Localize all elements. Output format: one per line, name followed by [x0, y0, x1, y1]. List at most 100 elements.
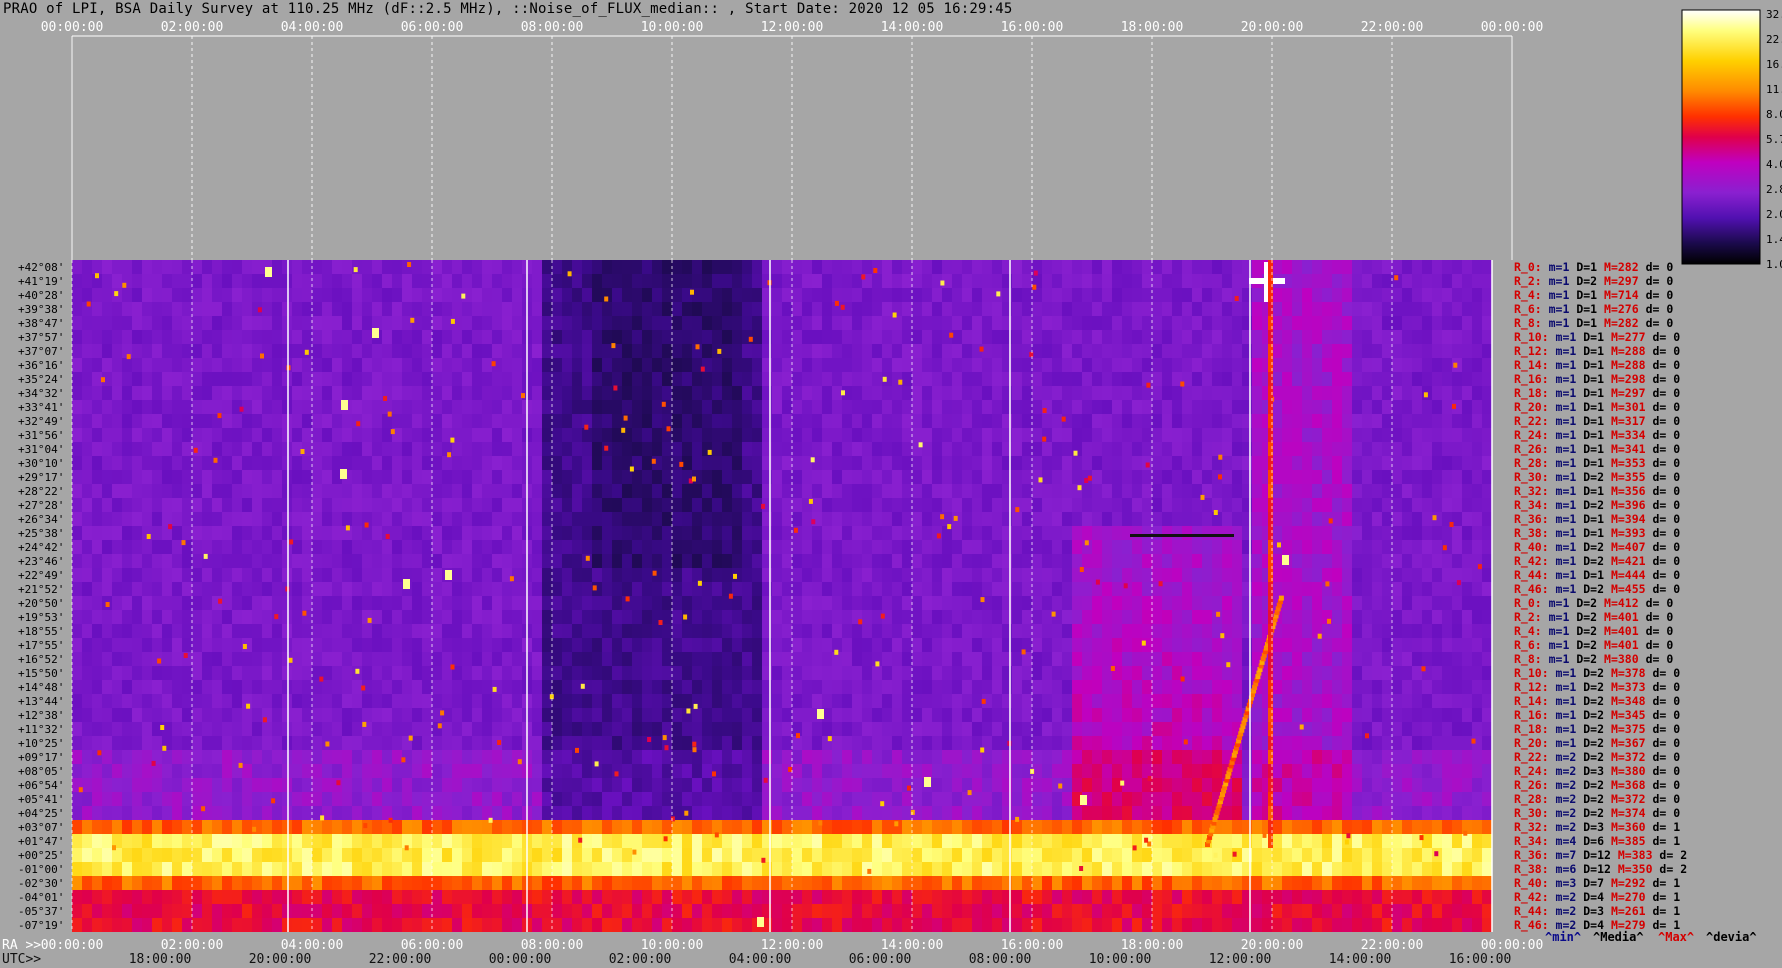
- heatmap-cell: [1292, 708, 1303, 722]
- heatmap-cell: [1372, 428, 1383, 442]
- heatmap-cell: [252, 554, 263, 568]
- heatmap-cell: [672, 428, 683, 442]
- heatmap-cell: [312, 498, 323, 512]
- heatmap-cell: [472, 456, 483, 470]
- heatmap-cell: [222, 344, 233, 358]
- heatmap-cell: [262, 470, 273, 484]
- heatmap-cell: [622, 302, 633, 316]
- heatmap-cell: [402, 428, 413, 442]
- heatmap-cell: [942, 694, 953, 708]
- heatmap-cell: [582, 708, 593, 722]
- heatmap-cell: [1002, 358, 1013, 372]
- heatmap-cell: [892, 470, 903, 484]
- heatmap-cell: [412, 456, 423, 470]
- heatmap-cell: [222, 498, 233, 512]
- heatmap-cell: [1032, 624, 1043, 638]
- heatmap-cell: [412, 680, 423, 694]
- heatmap-cell: [702, 736, 713, 750]
- heatmap-cell: [792, 316, 803, 330]
- heatmap-cell: [102, 456, 113, 470]
- heatmap-cell: [452, 400, 463, 414]
- heatmap-cell: [1292, 442, 1303, 456]
- heatmap-cell: [602, 610, 613, 624]
- heatmap-cell: [652, 694, 663, 708]
- heatmap-cell: [642, 386, 653, 400]
- heatmap-cell: [912, 456, 923, 470]
- heatmap-cell: [172, 260, 183, 274]
- heatmap-cell: [1082, 708, 1093, 722]
- heatmap-cell: [902, 638, 913, 652]
- heatmap-cell: [992, 316, 1003, 330]
- heatmap-cell: [922, 358, 933, 372]
- heatmap-cell: [1382, 260, 1393, 274]
- heatmap-cell: [162, 484, 173, 498]
- heatmap-cell: [172, 568, 183, 582]
- heatmap-cell: [872, 358, 883, 372]
- heatmap-cell: [372, 260, 383, 274]
- heatmap-cell: [782, 260, 793, 274]
- heatmap-cell: [842, 470, 853, 484]
- heatmap-cell: [872, 680, 883, 694]
- heatmap-cell: [1462, 372, 1473, 386]
- heatmap-cell: [1172, 680, 1183, 694]
- heatmap-cell: [472, 694, 483, 708]
- heatmap-cell: [682, 442, 693, 456]
- heatmap-cell: [172, 456, 183, 470]
- heatmap-cell: [1322, 666, 1333, 680]
- heatmap-cell: [1072, 302, 1083, 316]
- heatmap-cell: [172, 638, 183, 652]
- heatmap-cell: [892, 736, 903, 750]
- heatmap-cell: [842, 358, 853, 372]
- heatmap-cell: [1042, 610, 1053, 624]
- heatmap-cell: [1232, 260, 1243, 274]
- heatmap-cell: [962, 638, 973, 652]
- heatmap-cell: [82, 736, 93, 750]
- heatmap-cell: [192, 358, 203, 372]
- heatmap-cell: [552, 456, 563, 470]
- heatmap-cell: [1252, 526, 1263, 540]
- heatmap-cell: [1432, 400, 1443, 414]
- heatmap-cell: [612, 470, 623, 484]
- heatmap-cell: [732, 484, 743, 498]
- heatmap-cell: [642, 372, 653, 386]
- heatmap-cell: [482, 344, 493, 358]
- heatmap-cell: [1442, 400, 1453, 414]
- heatmap-cell: [82, 470, 93, 484]
- heatmap-cell: [1002, 498, 1013, 512]
- heatmap-cell: [932, 596, 943, 610]
- heatmap-cell: [902, 288, 913, 302]
- heatmap-cell: [402, 372, 413, 386]
- heatmap-cell: [452, 386, 463, 400]
- heatmap-cell: [1292, 316, 1303, 330]
- heatmap-cell: [272, 596, 283, 610]
- heatmap-cell: [672, 554, 683, 568]
- heatmap-cell: [412, 414, 423, 428]
- heatmap-cell: [642, 694, 653, 708]
- heatmap-cell: [1142, 428, 1153, 442]
- heatmap-cell: [842, 680, 853, 694]
- heatmap-cell: [72, 400, 83, 414]
- heatmap-cell: [532, 470, 543, 484]
- heatmap-cell: [762, 540, 773, 554]
- heatmap-cell: [1462, 694, 1473, 708]
- heatmap-cell: [392, 512, 403, 526]
- heatmap-cell: [1372, 288, 1383, 302]
- heatmap-cell: [472, 666, 483, 680]
- heatmap-cell: [1202, 736, 1213, 750]
- heatmap-cell: [302, 302, 313, 316]
- heatmap-cell: [452, 638, 463, 652]
- heatmap-cell: [362, 302, 373, 316]
- heatmap-cell: [1162, 540, 1173, 554]
- heatmap-cell: [72, 316, 83, 330]
- heatmap-cell: [482, 330, 493, 344]
- heatmap-cell: [912, 582, 923, 596]
- heatmap-cell: [902, 722, 913, 736]
- heatmap-cell: [772, 554, 783, 568]
- heatmap-cell: [452, 372, 463, 386]
- heatmap-cell: [862, 610, 873, 624]
- heatmap-cell: [412, 694, 423, 708]
- heatmap-cell: [962, 624, 973, 638]
- heatmap-cell: [1402, 316, 1413, 330]
- heatmap-cell: [1192, 372, 1203, 386]
- heatmap-cell: [332, 330, 343, 344]
